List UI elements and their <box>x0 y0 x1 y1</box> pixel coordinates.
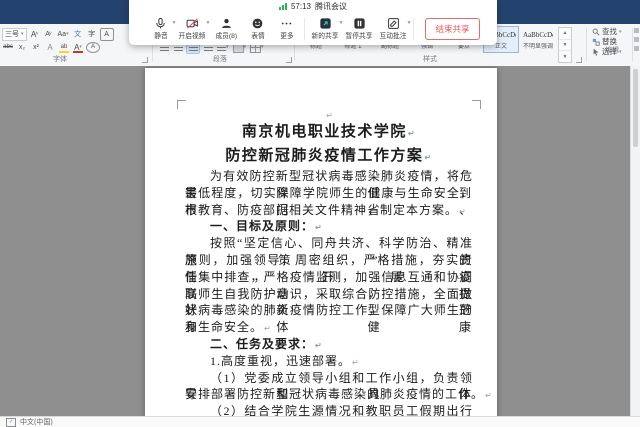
document-line: 市教育、防疫部门相关文件精神，制定本方案。↵ <box>185 202 473 219</box>
pause-share-button[interactable]: 暂停共享 <box>342 17 376 41</box>
document-area: ↵ 南京机电职业技术学院↵ 防控新冠肺炎疫情工作方案↵ 为有效防控新型冠状病毒感… <box>0 66 640 416</box>
enclose-characters-icon[interactable] <box>86 42 100 53</box>
chevron-down-icon: ▾ <box>21 31 24 37</box>
gallery-scroll-up-icon[interactable]: ▲ <box>559 28 571 40</box>
language-indicator[interactable]: 中文(中国) <box>20 417 53 427</box>
subscript-icon[interactable] <box>16 42 28 53</box>
members-icon <box>220 17 233 30</box>
ribbon-tab[interactable] <box>46 8 56 24</box>
empty-paragraph: ↵ <box>185 108 473 120</box>
phonetic-guide-icon[interactable] <box>72 29 84 40</box>
character-border-icon[interactable] <box>100 28 114 41</box>
editing-group-label: 编辑 <box>592 45 632 55</box>
find-button[interactable]: 查找 ▾ <box>592 27 632 36</box>
chevron-down-icon[interactable]: ▼ <box>407 20 412 26</box>
document-body: 为有效防控新型冠状病毒感染肺炎疫情，将危害降低到最低程度，切实保障学院师生的健康… <box>185 168 473 416</box>
ribbon-tabs <box>0 8 56 24</box>
superscript-icon[interactable] <box>30 42 42 53</box>
document-title-line: 南京机电职业技术学院↵ <box>185 120 473 144</box>
document-line: 最低程度，切实保障学院师生的健康与生命安全，根据省、 <box>185 185 473 202</box>
camera-off-icon <box>186 17 199 30</box>
scrollbar-thumb[interactable] <box>633 69 638 147</box>
margin-cropmark-right <box>472 100 481 109</box>
gallery-scroll-down-icon[interactable]: ▼ <box>559 40 571 52</box>
more-button[interactable]: 更多 <box>272 17 301 41</box>
pause-share-icon <box>353 17 366 30</box>
document-content: ↵ 南京机电职业技术学院↵ 防控新冠肺炎疫情工作方案↵ 为有效防控新型冠状病毒感… <box>185 108 473 416</box>
meeting-status-row: 57:13 腾讯会议 <box>129 0 497 12</box>
character-scaling-icon[interactable] <box>86 29 98 40</box>
document-line: 为有效防控新型冠状病毒感染肺炎疫情，将危害降低到 <box>185 168 473 185</box>
annotation-icon <box>387 17 400 30</box>
document-title-line: 防控新冠肺炎疫情工作方案↵ <box>185 144 473 168</box>
ribbon-tab[interactable] <box>6 8 16 24</box>
vertical-scrollbar[interactable] <box>630 66 640 416</box>
search-icon <box>592 28 600 36</box>
chevron-down-icon: ▾ <box>619 29 622 35</box>
document-line: 按照“坚定信心、同舟共济、科学防治、精准施策”的 <box>185 235 473 252</box>
font-group-label: 字体 <box>30 54 90 64</box>
grow-font-icon[interactable] <box>29 29 41 40</box>
document-line: 1.高度重视，迅速部署。↵ <box>185 353 473 370</box>
styles-group-label: 样式 <box>400 54 460 64</box>
document-line: 二、任务及要求：↵ <box>185 336 473 353</box>
new-share-button[interactable]: 新的共享 ▼ <box>308 17 342 41</box>
document-line: 安排部署防控新型冠状病毒感染的肺炎疫情的工作。↵ <box>185 386 473 403</box>
document-line: 原则，加强领导，周密组织，严格措施，夯实责任，开展疫 <box>185 252 473 269</box>
start-video-button[interactable]: 开启视频 ▼ <box>175 17 209 41</box>
strikethrough-icon[interactable] <box>2 42 14 53</box>
document-line: 高师生自我防护意识，采取综合防控措施，全面做好新型冠 <box>185 286 473 303</box>
paragraph-group-label: 段落 <box>190 54 250 64</box>
microphone-icon <box>154 17 167 30</box>
clipped-ribbon-group <box>634 28 640 55</box>
meeting-timer: 57:13 <box>291 2 311 11</box>
document-line: 情集中排查，严格疫情监测，加强信息互通和协调联动，提 <box>185 269 473 286</box>
ribbon-tab[interactable] <box>26 8 36 24</box>
meeting-app-name: 腾讯会议 <box>315 1 347 12</box>
status-bar: ✓ 中文(中国) <box>0 416 640 427</box>
document-line: 一、目标及原则：↵ <box>185 218 473 235</box>
document-line: （1）党委成立领导小组和工作小组，负责领导和具体 <box>185 370 473 387</box>
document-line: 状病毒感染的肺炎疫情防控工作，保障广大师生的身体健康 <box>185 302 473 319</box>
font-color-icon[interactable]: ▾ <box>72 42 84 53</box>
toolbar-separator <box>413 18 414 40</box>
font-dialog-launcher[interactable] <box>142 57 148 63</box>
highlight-color-icon[interactable] <box>58 42 70 53</box>
meeting-toolbar: 57:13 腾讯会议 静音 ▼ 开启视频 ▼ 成员(8) 表情 <box>129 0 497 45</box>
ribbon-tab[interactable] <box>16 8 26 24</box>
emoji-button[interactable]: 表情 <box>243 17 272 41</box>
toolbar-separator <box>304 18 305 40</box>
annotation-button[interactable]: 互动批注 ▼ <box>376 17 410 41</box>
styles-dialog-launcher[interactable] <box>576 57 582 63</box>
new-share-icon <box>319 17 332 30</box>
style-preview: AaBbCcDd <box>523 28 553 43</box>
style-label: 不明显强调 <box>523 43 553 51</box>
shrink-font-icon[interactable] <box>43 29 55 40</box>
group-separator <box>632 28 633 61</box>
group-separator <box>586 28 587 61</box>
end-share-button[interactable]: 结束共享 <box>425 18 479 40</box>
font-size-combobox[interactable]: 三号 ▾ <box>2 28 27 41</box>
style-gallery-item[interactable]: AaBbCcDd 不明显强调 <box>520 26 556 53</box>
more-icon <box>280 17 293 30</box>
change-case-icon[interactable]: ▾ <box>57 29 70 40</box>
emoji-icon <box>251 17 264 30</box>
meeting-controls-row: 静音 ▼ 开启视频 ▼ 成员(8) 表情 更多 <box>129 12 497 45</box>
document-page[interactable]: ↵ 南京机电职业技术学院↵ 防控新冠肺炎疫情工作方案↵ 为有效防控新型冠状病毒感… <box>145 68 497 416</box>
proofing-status-icon[interactable]: ✓ <box>6 418 16 427</box>
gallery-more-icon[interactable]: ▼ <box>559 51 571 62</box>
paragraph-dialog-launcher[interactable] <box>286 57 292 63</box>
members-button[interactable]: 成员(8) <box>209 17 243 41</box>
style-gallery-scroll[interactable]: ▲ ▼ ▼ <box>558 27 572 63</box>
screen: 三号 ▾ ▾ ▾ 字体 ▾ ▾ ▾ <box>0 0 640 427</box>
mute-button[interactable]: 静音 ▼ <box>146 17 175 41</box>
text-effects-icon[interactable] <box>44 42 56 53</box>
font-size-value: 三号 <box>5 29 19 39</box>
editing-group: 查找 ▾ 替换 选择 ▾ 编辑 <box>592 26 632 57</box>
document-line: （2）结合学院生源情况和教职员工假期出行情况，调 <box>185 403 473 416</box>
signal-strength-icon <box>279 3 287 10</box>
ribbon-tab[interactable] <box>36 8 46 24</box>
